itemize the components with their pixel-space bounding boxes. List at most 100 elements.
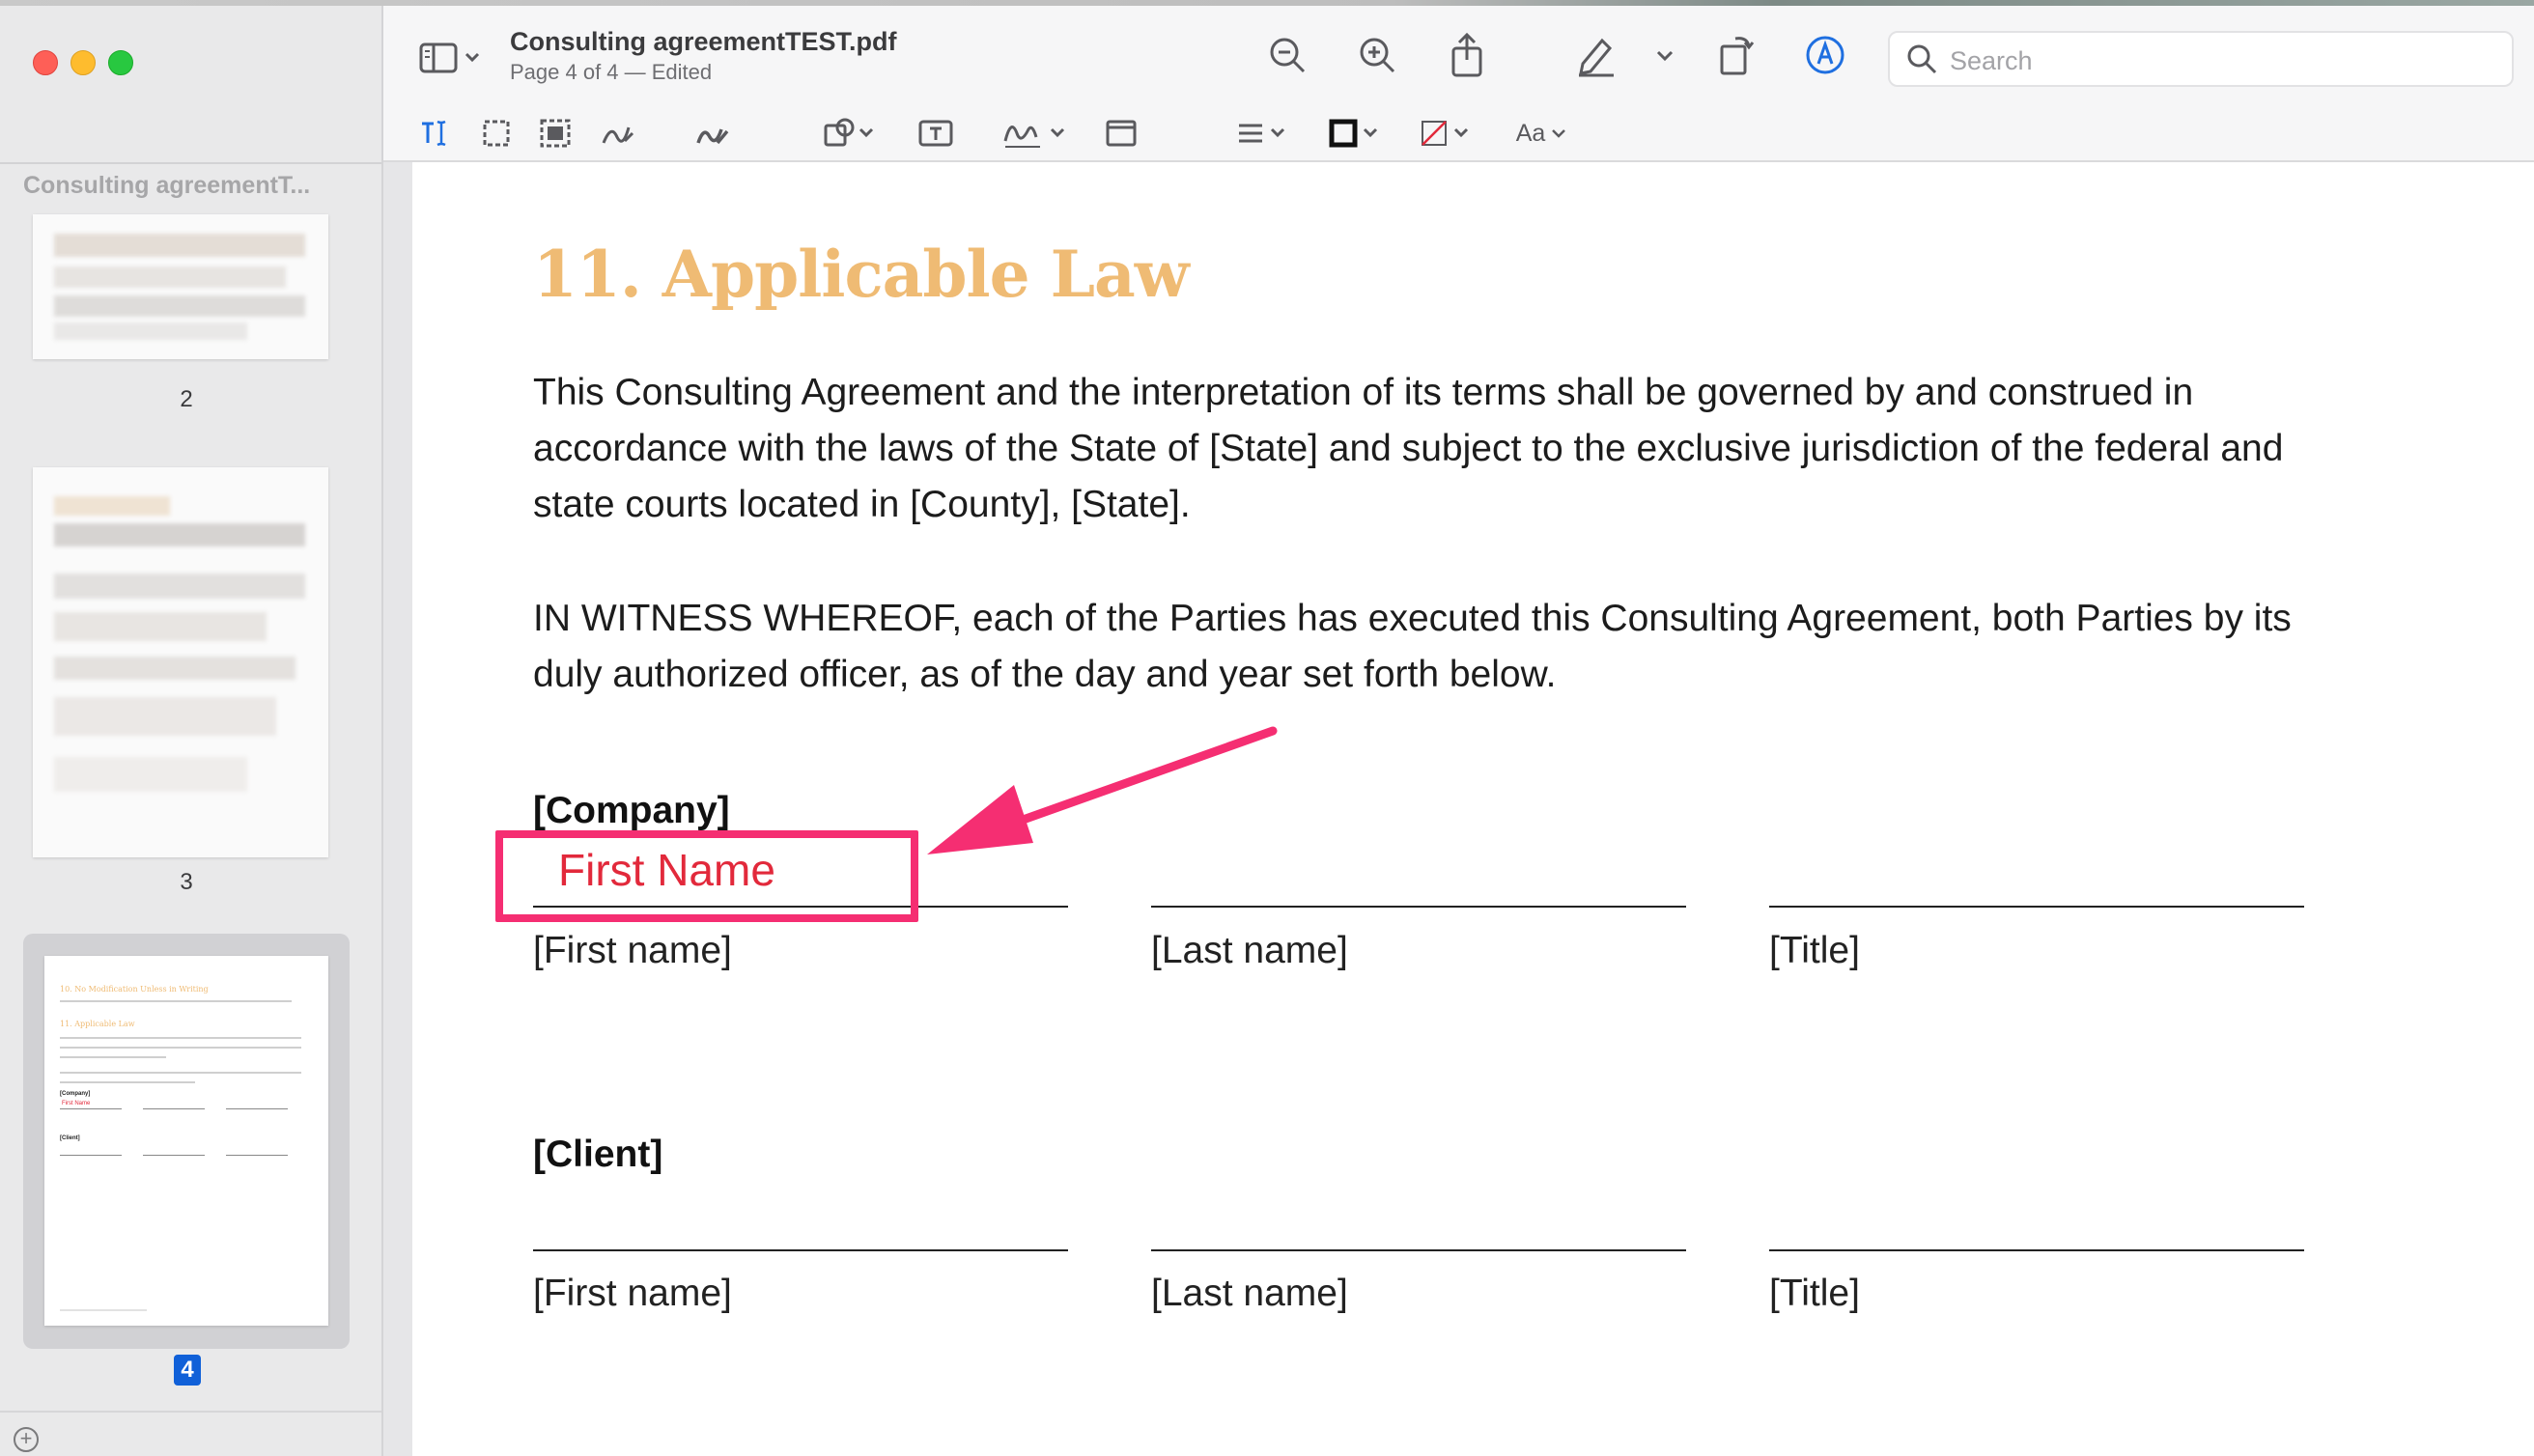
thumb-text-line	[60, 1037, 301, 1039]
zoom-in-icon	[1360, 38, 1395, 73]
border-color-menu[interactable]	[1328, 114, 1386, 153]
highlight-options-button[interactable]	[1650, 44, 1679, 68]
note-icon	[1106, 120, 1137, 147]
markup-button[interactable]	[1803, 33, 1847, 77]
page-thumbnail-4[interactable]: 10. No Modification Unless in Writing 11…	[44, 956, 328, 1326]
minimize-window-button[interactable]	[70, 50, 96, 75]
text-cursor-icon	[422, 120, 446, 147]
toolbar: Consulting agreementTEST.pdf Page 4 of 4…	[383, 6, 2534, 162]
blurred-content	[54, 574, 305, 599]
blurred-content	[54, 266, 286, 288]
shapes-icon	[824, 118, 874, 147]
line-style-icon	[1239, 124, 1285, 143]
add-page-button[interactable]: +	[14, 1427, 39, 1452]
thumbnail-sidebar: Consulting agreementT... 2 3 10. No Modi…	[0, 6, 383, 1456]
signature-line	[1769, 906, 2304, 908]
thumb-footer-line	[60, 1309, 147, 1311]
text-style-label: Aa	[1515, 119, 1546, 147]
signature-line	[533, 1249, 1068, 1251]
sidebar-document-title: Consulting agreementT...	[23, 172, 311, 199]
signature-tool[interactable]	[1001, 112, 1069, 153]
document-title: Consulting agreementTEST.pdf	[510, 27, 897, 56]
client-title-label: [Title]	[1769, 1273, 1860, 1314]
company-title-label: [Title]	[1769, 930, 1860, 971]
zoom-in-button[interactable]	[1357, 35, 1399, 77]
blurred-content	[54, 234, 305, 257]
share-button[interactable]	[1446, 31, 1488, 79]
thumb-sig-line	[226, 1108, 288, 1109]
thumb-text-line	[60, 1000, 292, 1002]
sidebar-divider	[0, 162, 381, 164]
redact-tool[interactable]	[538, 116, 573, 151]
fill-color-icon	[1422, 121, 1469, 146]
draw-tool[interactable]	[692, 114, 731, 153]
note-tool[interactable]	[1102, 116, 1140, 151]
draw-icon	[696, 128, 729, 145]
text-box-tool[interactable]	[916, 116, 955, 151]
zoom-out-icon	[1270, 38, 1306, 73]
highlight-button[interactable]	[1575, 33, 1618, 77]
text-style-menu[interactable]: Aa	[1513, 114, 1571, 153]
signature-line	[1769, 1249, 2304, 1251]
thumb-text-line	[60, 1081, 195, 1083]
paragraph-witness: IN WITNESS WHEREOF, each of the Parties …	[533, 598, 2292, 695]
rectangular-selection-tool[interactable]	[480, 116, 513, 151]
page-number-2: 2	[180, 386, 193, 412]
highlighter-icon	[1579, 38, 1614, 77]
text-box-icon	[918, 120, 953, 147]
thumb-sig-line	[60, 1155, 122, 1156]
page-thumbnail-3[interactable]	[33, 467, 328, 857]
thumb-sig-line	[143, 1155, 205, 1156]
company-first-name-label: [First name]	[533, 930, 732, 971]
blurred-content	[54, 657, 296, 680]
pdf-page	[412, 162, 2534, 1456]
markup-pen-icon	[1806, 36, 1844, 74]
redact-icon	[540, 119, 571, 148]
highlight-callout-box	[495, 830, 918, 922]
close-window-button[interactable]	[33, 50, 58, 75]
client-last-name-label: [Last name]	[1151, 1273, 1348, 1314]
signature-line	[1151, 906, 1686, 908]
thumb-client: [Client]	[60, 1135, 80, 1141]
rotate-button[interactable]	[1714, 31, 1757, 79]
thumb-text-line	[60, 1047, 301, 1049]
rotate-icon	[1720, 37, 1755, 75]
paragraph-applicable-law: This Consulting Agreement and the interp…	[533, 372, 2284, 525]
text-selection-tool[interactable]	[418, 114, 451, 153]
zoom-out-button[interactable]	[1267, 35, 1309, 77]
search-placeholder: Search	[1950, 46, 2033, 75]
blurred-content	[54, 322, 247, 340]
section-heading: 11. Applicable Law	[533, 237, 1190, 312]
thumb-text-line	[60, 1056, 166, 1058]
dashed-rectangle-icon	[483, 120, 510, 147]
line-style-menu[interactable]	[1235, 114, 1293, 153]
sidebar-toggle-button[interactable]	[418, 39, 486, 77]
zoom-window-button[interactable]	[108, 50, 133, 75]
blurred-content	[54, 523, 305, 546]
fill-color-menu[interactable]	[1419, 114, 1477, 153]
thumb-text-line	[60, 1072, 301, 1074]
sidebar-bottom-divider	[0, 1411, 381, 1413]
page-thumbnail-2[interactable]	[33, 214, 328, 359]
thumb-heading-1: 10. No Modification Unless in Writing	[60, 985, 209, 994]
search-icon	[1907, 44, 1937, 74]
share-icon	[1451, 32, 1482, 77]
blurred-content	[54, 612, 267, 641]
sketch-tool[interactable]	[598, 114, 636, 153]
thumb-sig-line	[60, 1108, 122, 1109]
thumb-sig-line	[226, 1155, 288, 1156]
blurred-content	[54, 496, 170, 516]
blurred-content	[54, 697, 276, 736]
thumb-sig-line	[143, 1108, 205, 1109]
blurred-content	[54, 295, 305, 317]
signature-line	[1151, 1249, 1686, 1251]
shapes-tool[interactable]	[822, 114, 880, 153]
chevron-down-icon	[1552, 129, 1566, 138]
search-field[interactable]: Search	[1888, 31, 2514, 87]
client-first-name-label: [First name]	[533, 1273, 732, 1314]
sketch-icon	[602, 126, 634, 144]
page-number-3: 3	[180, 869, 193, 895]
document-status: Page 4 of 4 — Edited	[510, 60, 713, 84]
signature-icon	[1003, 126, 1065, 148]
thumb-company: [Company]	[60, 1091, 91, 1097]
